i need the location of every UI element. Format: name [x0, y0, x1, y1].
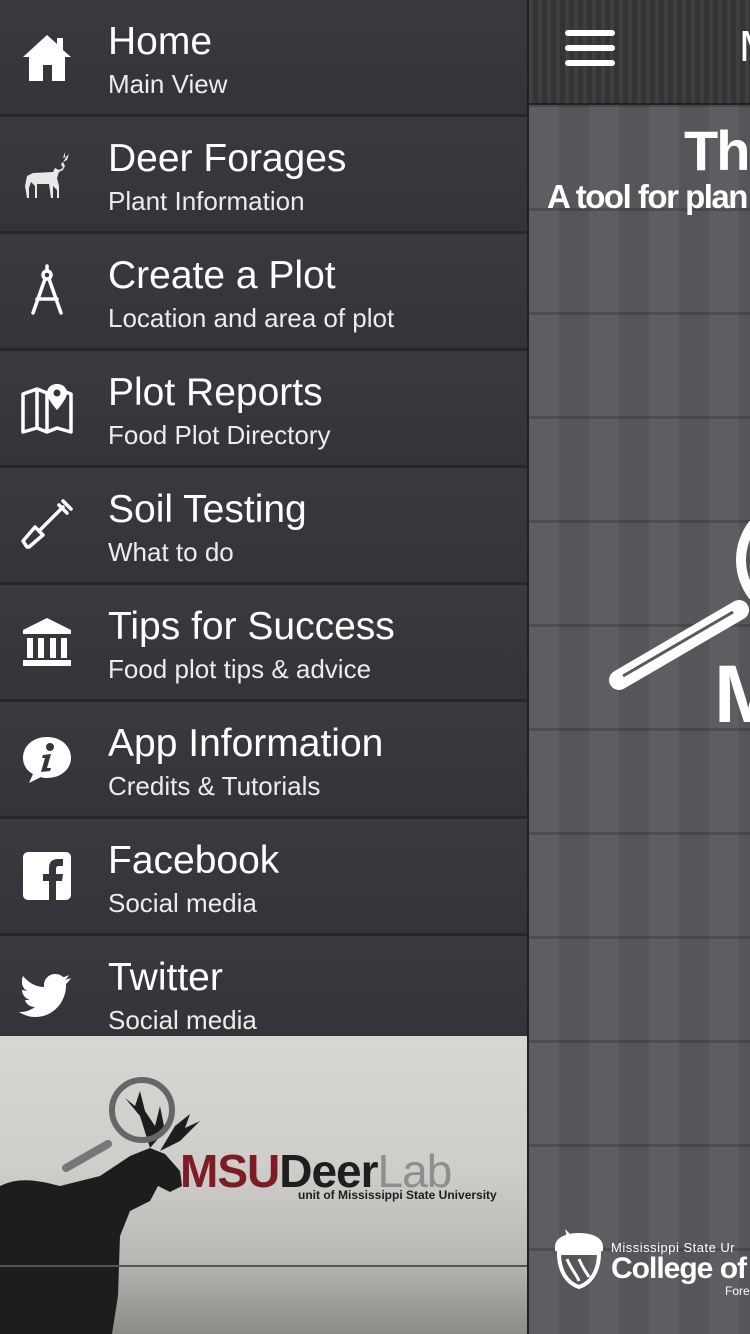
college-name-text: College of	[611, 1252, 747, 1285]
main-view: M The A tool for plan M Mississippi Stat…	[527, 0, 750, 1334]
college-department-text: Fore	[725, 1284, 750, 1298]
menu-item-deer-forages[interactable]: Deer Forages Plant Information	[0, 117, 527, 234]
menu-item-subtitle: Plant Information	[108, 186, 305, 216]
map-pin-icon	[18, 379, 76, 437]
menu-item-title: Deer Forages	[108, 137, 347, 180]
menu-item-title: Soil Testing	[108, 488, 307, 531]
logo-msu-text: MSU	[180, 1145, 280, 1197]
facebook-icon	[18, 847, 76, 905]
institution-icon	[18, 613, 76, 671]
menu-item-soil-testing[interactable]: Soil Testing What to do	[0, 468, 527, 585]
menu-item-subtitle: Food plot tips & advice	[108, 654, 372, 684]
menu-item-app-info[interactable]: App Information Credits & Tutorials	[0, 702, 527, 819]
menu-item-title: Home	[108, 20, 213, 63]
navigation-drawer: Home Main View Deer Forages Plant Inform…	[0, 0, 527, 1334]
menu-item-facebook[interactable]: Facebook Social media	[0, 819, 527, 936]
menu-item-subtitle: Location and area of plot	[108, 303, 395, 333]
menu-item-tips-success[interactable]: Tips for Success Food plot tips & advice	[0, 585, 527, 702]
banner-tagline: unit of Mississippi State University	[298, 1188, 497, 1202]
hero-title: The	[684, 119, 750, 182]
menu-item-subtitle: What to do	[108, 537, 234, 567]
page-title: M	[739, 22, 750, 72]
menu-item-subtitle: Main View	[108, 69, 228, 99]
menu-item-title: App Information	[108, 722, 384, 765]
menu-item-twitter[interactable]: Twitter Social media	[0, 936, 527, 1036]
hero-subtitle: A tool for plan	[547, 178, 748, 215]
deer-icon	[18, 145, 76, 203]
acorn-logo-icon	[555, 1229, 603, 1290]
menu-item-subtitle: Food Plot Directory	[108, 420, 331, 450]
menu-item-title: Twitter	[108, 956, 223, 999]
menu-item-title: Facebook	[108, 839, 280, 882]
menu-item-subtitle: Social media	[108, 1005, 257, 1035]
top-navigation-bar: M	[529, 0, 750, 105]
menu-item-title: Plot Reports	[108, 371, 323, 414]
menu-item-title: Tips for Success	[108, 605, 395, 648]
home-icon	[18, 28, 76, 86]
msu-deer-lab-banner: MSUDeerLab	[0, 1036, 527, 1334]
menu-item-plot-reports[interactable]: Plot Reports Food Plot Directory	[0, 351, 527, 468]
hamburger-line	[565, 45, 615, 51]
menu-item-subtitle: Credits & Tutorials	[108, 771, 321, 801]
hamburger-line	[565, 30, 615, 36]
menu-item-subtitle: Social media	[108, 888, 257, 918]
menu-item-create-plot[interactable]: Create a Plot Location and area of plot	[0, 234, 527, 351]
compass-icon	[18, 262, 76, 320]
twitter-icon	[18, 964, 76, 1022]
hamburger-line	[565, 60, 615, 66]
menu-item-title: Create a Plot	[108, 254, 336, 297]
menu-item-home[interactable]: Home Main View	[0, 0, 527, 117]
menu-toggle-button[interactable]	[565, 30, 617, 72]
app-logo-text: M	[714, 648, 750, 742]
info-bubble-icon	[18, 730, 76, 788]
shovel-icon	[18, 496, 76, 554]
